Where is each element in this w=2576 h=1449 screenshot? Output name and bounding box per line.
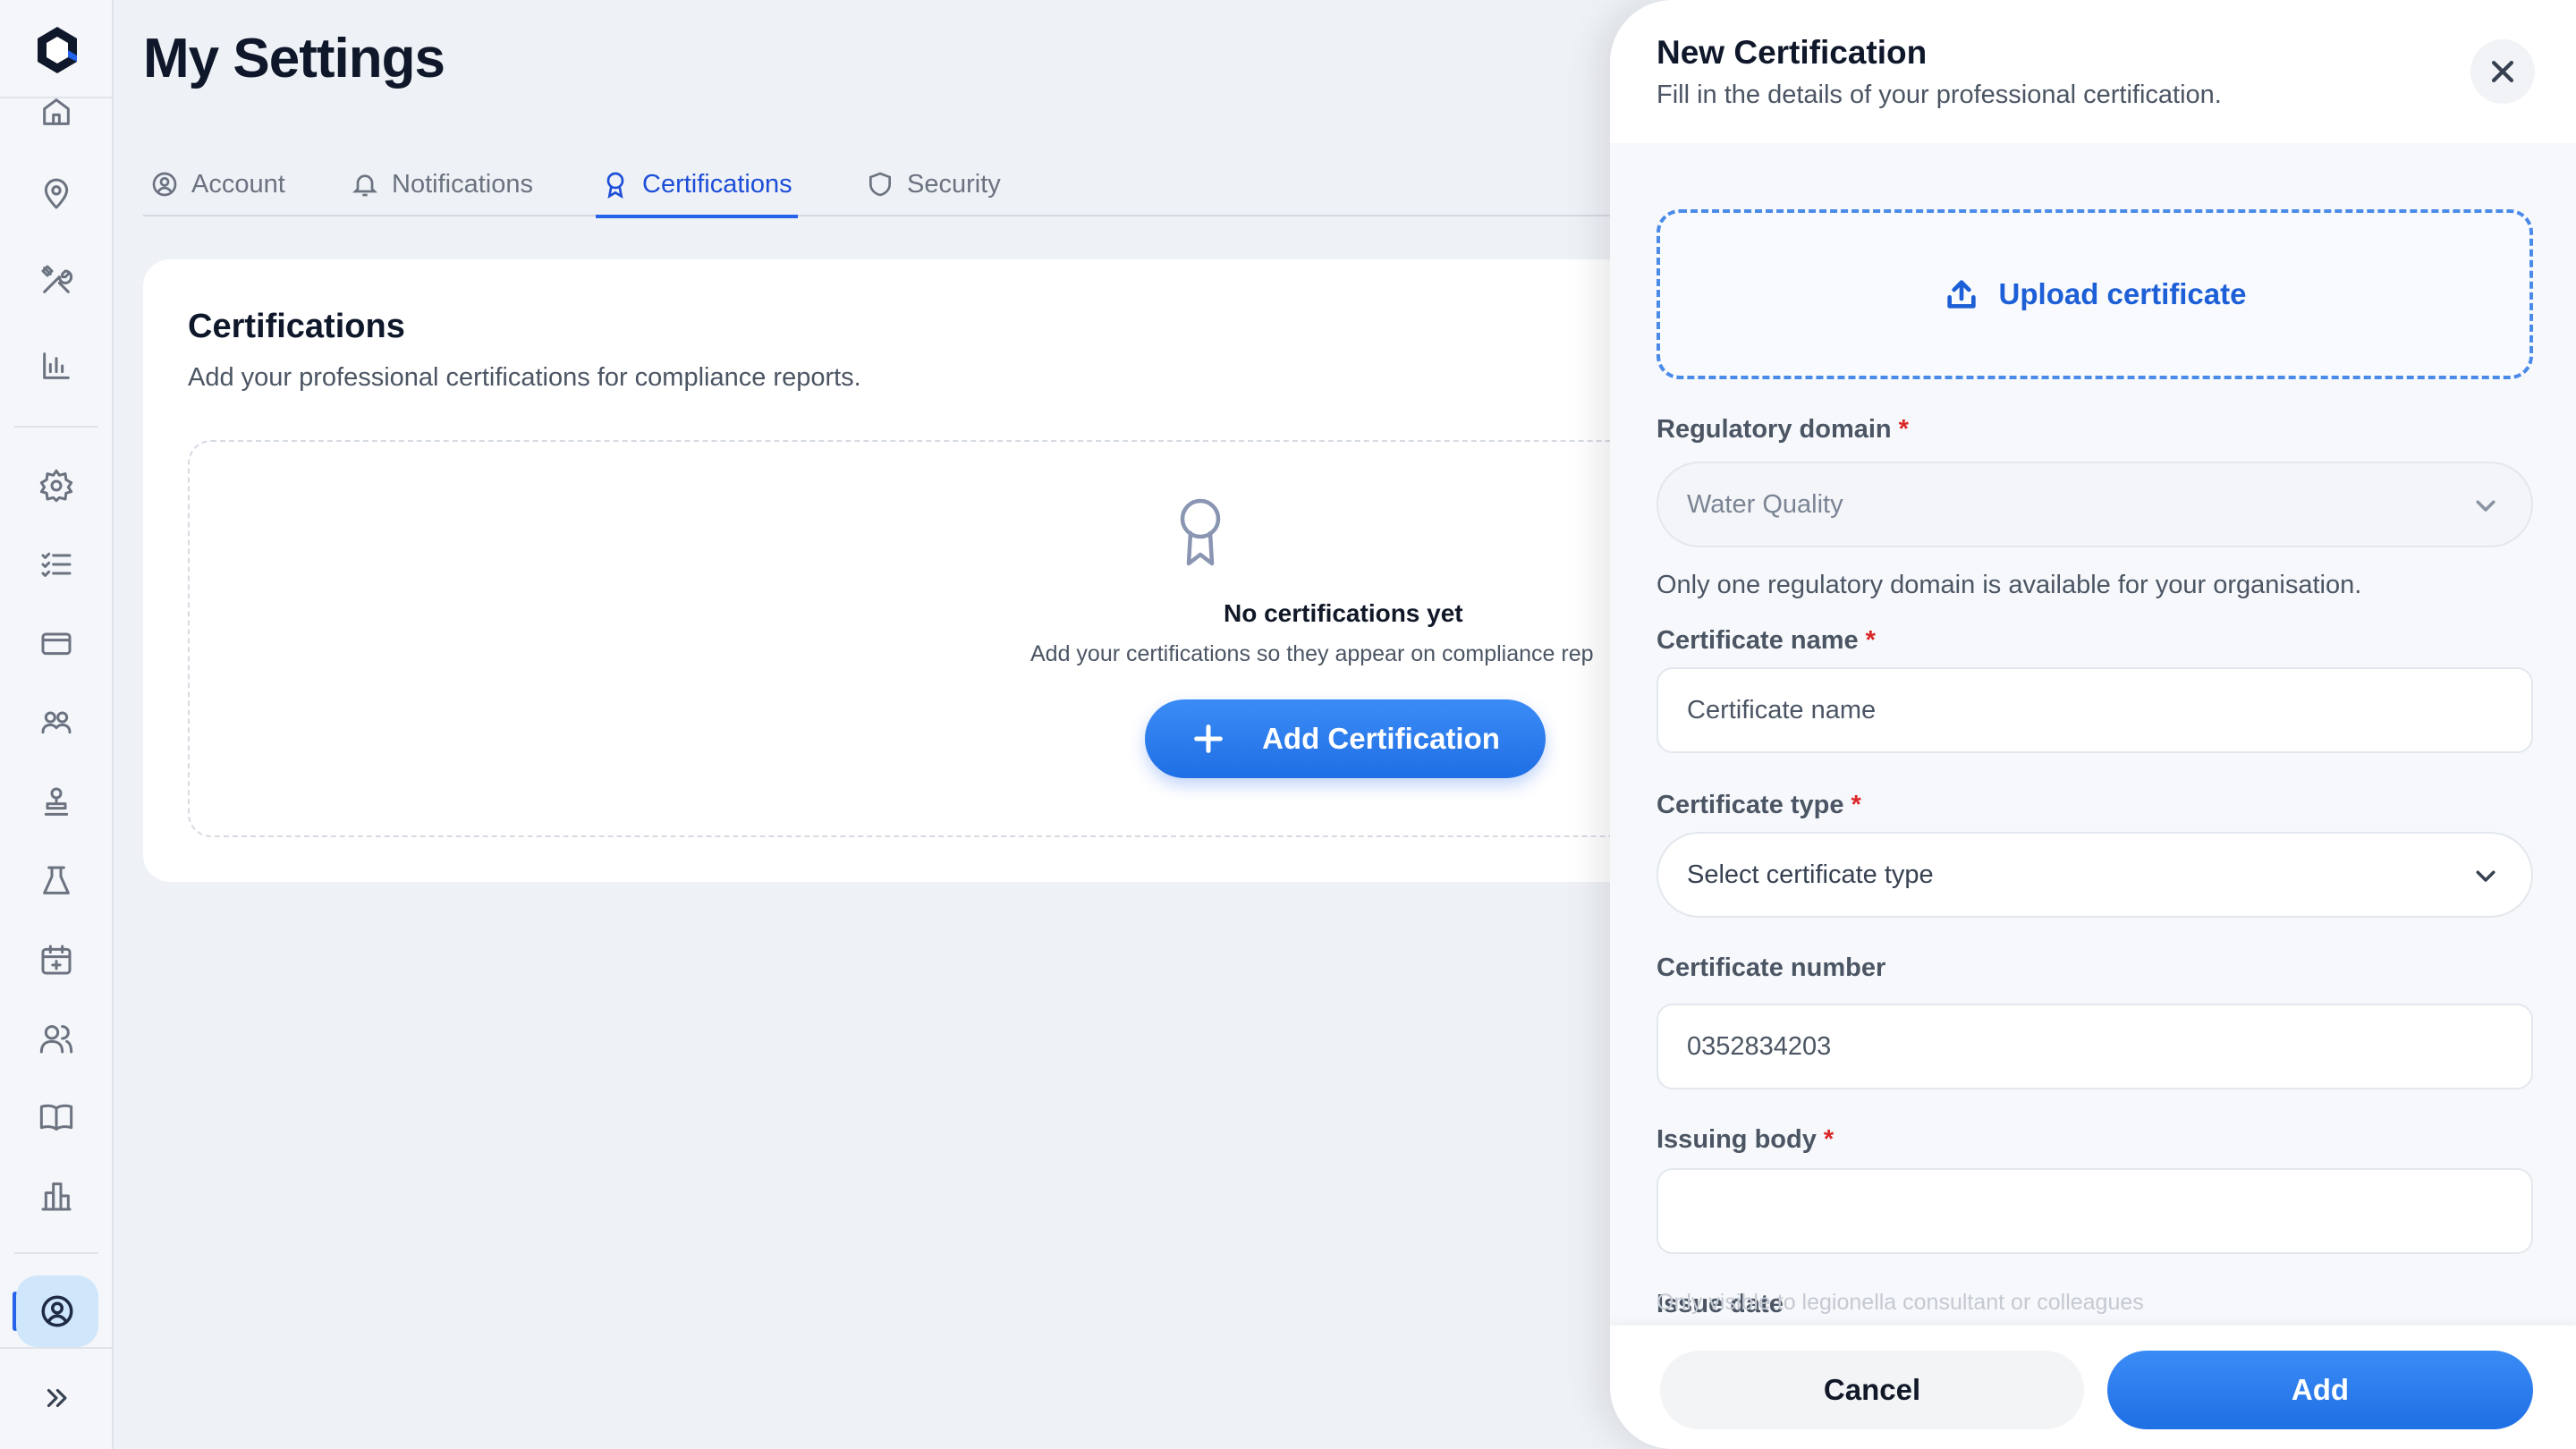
certificate-number-label: Certificate number	[1657, 953, 1886, 982]
label-text: Certificate type	[1657, 791, 1844, 819]
calendar-add-icon[interactable]	[34, 937, 79, 982]
app-logo[interactable]	[32, 23, 82, 77]
required-marker: *	[1898, 415, 1909, 444]
shield-icon	[869, 172, 891, 197]
certificate-type-placeholder: Select certificate type	[1687, 860, 1934, 889]
empty-state	[188, 440, 1771, 837]
drawer-body: Upload certificate Regulatory domain * Wa…	[1610, 143, 2576, 1326]
book-icon[interactable]	[34, 1095, 79, 1140]
tab-notifications[interactable]: Notifications	[345, 152, 538, 216]
stamp-icon[interactable]	[34, 780, 79, 825]
card-subtitle: Add your professional certifications for…	[188, 363, 861, 392]
issuing-body-input[interactable]	[1657, 1168, 2533, 1254]
certificate-name-placeholder: Certificate name	[1687, 695, 1877, 724]
buildings-icon[interactable]	[34, 1174, 79, 1218]
credit-card-icon[interactable]	[34, 621, 79, 665]
certificate-number-value: 0352834203	[1687, 1031, 1832, 1061]
tab-security[interactable]: Security	[860, 152, 1006, 216]
plus-icon	[1194, 724, 1223, 753]
certificate-name-label: Certificate name *	[1657, 626, 1876, 656]
tools-icon[interactable]	[34, 258, 79, 302]
chevrons-right-icon[interactable]	[36, 1377, 77, 1419]
bell-icon	[352, 174, 377, 197]
upload-icon	[1946, 280, 1976, 309]
bar-chart-icon[interactable]	[34, 343, 79, 388]
tab-certifications[interactable]: Certifications	[596, 152, 798, 218]
home-icon[interactable]	[34, 89, 79, 134]
label-text: Certificate name	[1657, 626, 1859, 655]
tab-account[interactable]: Account	[145, 152, 291, 216]
label-text: Issuing body	[1657, 1125, 1817, 1154]
upload-label: Upload certificate	[1998, 277, 2247, 310]
sidebar	[0, 0, 114, 1449]
required-marker: *	[1823, 1125, 1835, 1154]
drawer-footer: Cancel Add	[1610, 1326, 2576, 1449]
regulatory-domain-value: Water Quality	[1687, 489, 1843, 519]
drawer-title: New Certification	[1657, 34, 1928, 71]
chevron-down-icon	[2472, 492, 2499, 519]
required-marker: *	[1865, 626, 1876, 655]
tab-label: Certifications	[642, 169, 792, 199]
required-marker: *	[1851, 791, 1861, 819]
certificate-name-input[interactable]: Certificate name	[1657, 667, 2533, 753]
add-certification-label: Add Certification	[1262, 722, 1500, 755]
user-circle-icon	[152, 172, 177, 197]
close-icon	[2491, 60, 2514, 83]
regulatory-domain-label: Regulatory domain *	[1657, 415, 1909, 445]
visibility-help: Only visible to legionella consultant or…	[1657, 1290, 2144, 1315]
certifications-card: Certifications Add your professional cer…	[143, 259, 1771, 882]
page-title: My Settings	[143, 28, 445, 89]
add-button[interactable]: Add	[2107, 1351, 2533, 1429]
regulatory-domain-select[interactable]: Water Quality	[1657, 462, 2533, 547]
drawer-subtitle: Fill in the details of your professional…	[1657, 80, 2222, 109]
profile-icon	[41, 1295, 73, 1327]
award-icon	[1165, 492, 1236, 569]
label-text: Regulatory domain	[1657, 415, 1892, 444]
checklist-icon[interactable]	[34, 542, 79, 587]
tab-label: Account	[191, 169, 285, 199]
settings-tabs: Account Notifications Certifications Sec…	[143, 152, 1628, 218]
users-icon[interactable]	[34, 1016, 79, 1061]
regulatory-domain-help: Only one regulatory domain is available …	[1657, 571, 2362, 599]
certificate-type-label: Certificate type *	[1657, 791, 1861, 820]
cancel-button[interactable]: Cancel	[1660, 1351, 2084, 1429]
tab-label: Notifications	[392, 169, 533, 199]
drawer-header: New Certification Fill in the details of…	[1610, 0, 2576, 143]
profile-nav-item[interactable]	[16, 1275, 98, 1347]
certificate-type-select[interactable]: Select certificate type	[1657, 832, 2533, 918]
sidebar-bottom-divider	[0, 1347, 112, 1349]
award-icon	[606, 172, 624, 199]
upload-certificate-dropzone[interactable]: Upload certificate	[1657, 209, 2533, 379]
empty-state-title: No certifications yet	[1224, 599, 1463, 627]
issuing-body-label: Issuing body *	[1657, 1125, 1834, 1155]
groups-icon[interactable]	[34, 699, 79, 744]
chevron-down-icon	[2472, 862, 2499, 889]
gear-icon[interactable]	[34, 463, 79, 508]
map-pin-icon[interactable]	[34, 172, 79, 216]
nav-divider	[14, 1252, 98, 1254]
tab-label: Security	[907, 169, 1001, 199]
empty-state-subtitle: Add your certifications so they appear o…	[1030, 641, 1594, 666]
close-button[interactable]	[2470, 39, 2535, 104]
nav-divider	[14, 426, 98, 428]
certificate-number-input[interactable]: 0352834203	[1657, 1004, 2533, 1089]
flask-icon[interactable]	[34, 859, 79, 903]
new-certification-drawer: New Certification Fill in the details of…	[1610, 0, 2576, 1449]
add-certification-button[interactable]: Add Certification	[1145, 699, 1546, 778]
card-title: Certifications	[188, 308, 405, 345]
